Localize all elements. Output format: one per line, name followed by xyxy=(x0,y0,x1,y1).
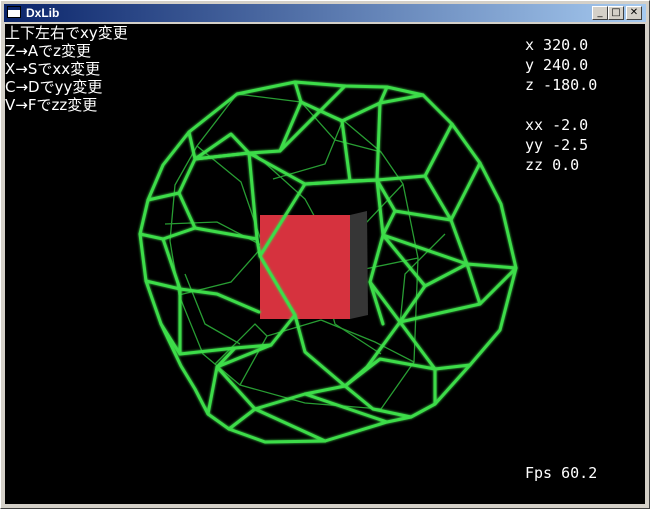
close-button[interactable]: ✕ xyxy=(626,6,642,20)
minimize-button[interactable]: _ xyxy=(592,6,608,20)
stats-panel: x 320.0 y 240.0 z -180.0 xx -2.0 yy -2.5… xyxy=(525,35,597,175)
stat-z: z -180.0 xyxy=(525,76,598,94)
instruction-z: Z→Aでz変更 xyxy=(5,42,91,60)
fps-counter: Fps 60.2 xyxy=(525,464,598,482)
app-icon[interactable] xyxy=(7,6,21,18)
stat-xx: xx -2.0 xyxy=(525,116,589,134)
stat-yy: yy -2.5 xyxy=(525,136,589,154)
cube-side-face xyxy=(350,211,368,319)
stat-y: y 240.0 xyxy=(525,56,589,74)
stat-x: x 320.0 xyxy=(525,36,589,54)
stat-zz: zz 0.0 xyxy=(525,156,580,174)
instruction-xy: 上下左右でxy変更 xyxy=(5,24,128,42)
instruction-yy: C→Dでyy変更 xyxy=(5,78,103,96)
instruction-zz: V→Fでzz変更 xyxy=(5,96,98,114)
application-window: DxLib _ □ ✕ 上下左右でxy変更 Z→Aでz変更 X→Sでxx変更 C… xyxy=(0,0,650,509)
title-bar[interactable]: DxLib _ □ ✕ xyxy=(4,4,646,22)
instruction-panel: 上下左右でxy変更 Z→Aでz変更 X→Sでxx変更 C→Dでyy変更 V→Fで… xyxy=(5,24,128,114)
maximize-button[interactable]: □ xyxy=(608,6,624,20)
render-canvas[interactable]: 上下左右でxy変更 Z→Aでz変更 X→Sでxx変更 C→Dでyy変更 V→Fで… xyxy=(5,24,645,504)
instruction-xx: X→Sでxx変更 xyxy=(5,60,101,78)
cube-front-face xyxy=(260,215,350,319)
window-title: DxLib xyxy=(26,6,60,20)
cube xyxy=(260,211,368,319)
